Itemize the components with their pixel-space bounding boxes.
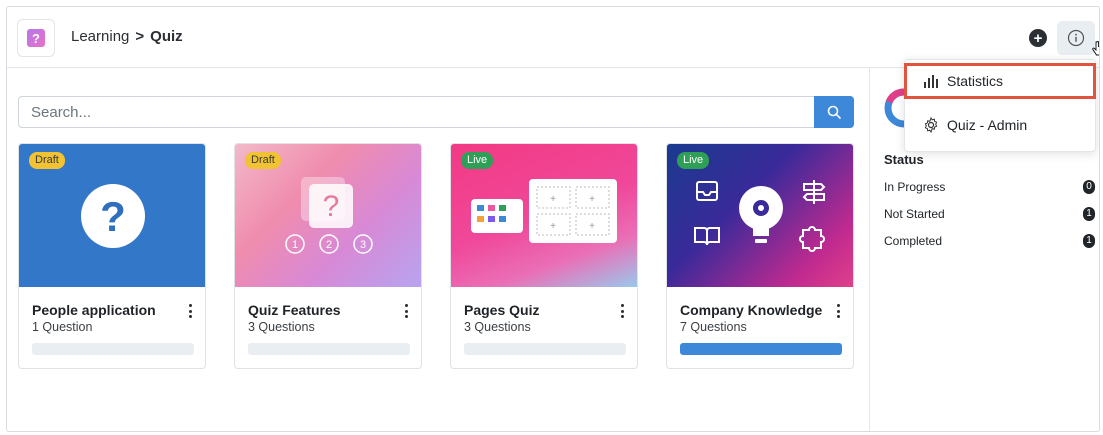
breadcrumb-current: Quiz xyxy=(150,28,183,45)
hand-cursor-icon xyxy=(1092,41,1099,56)
search-icon xyxy=(827,105,841,119)
svg-text:+: + xyxy=(589,221,595,232)
card-subtitle: 7 Questions xyxy=(680,320,747,334)
info-button[interactable] xyxy=(1057,21,1095,55)
svg-text:2: 2 xyxy=(326,239,332,251)
info-circle-icon xyxy=(1067,29,1085,47)
svg-text:+: + xyxy=(550,194,556,205)
progress-bar xyxy=(32,343,194,355)
quiz-question-icon: ? xyxy=(27,29,45,47)
breadcrumb: Learning > Quiz xyxy=(71,28,183,45)
status-label-not-started: Not Started xyxy=(884,207,945,221)
status-heading: Status xyxy=(884,152,924,167)
status-badge: Draft xyxy=(29,152,65,169)
card-subtitle: 3 Questions xyxy=(464,320,531,334)
gear-icon xyxy=(924,117,938,133)
card-title[interactable]: People application xyxy=(32,302,156,318)
app-window: ? Learning > Quiz + Search... ? Draft Pe… xyxy=(6,6,1100,432)
card-title[interactable]: Pages Quiz xyxy=(464,302,539,318)
menu-item-label: Quiz - Admin xyxy=(947,117,1028,133)
quiz-card[interactable]: Live Company Knowledge 7 Questions xyxy=(666,143,854,369)
svg-text:+: + xyxy=(589,194,595,205)
svg-text:?: ? xyxy=(100,193,126,240)
quiz-app-icon[interactable]: ? xyxy=(17,19,55,57)
breadcrumb-separator: > xyxy=(135,28,145,45)
status-count-badge: 1 xyxy=(1083,207,1095,221)
status-count-badge: 0 xyxy=(1083,180,1095,194)
progress-bar xyxy=(248,343,410,355)
quiz-card[interactable]: ? 1 2 3 Draft Quiz Features 3 Questions xyxy=(234,143,422,369)
svg-text:+: + xyxy=(550,221,556,232)
book-icon xyxy=(694,227,720,246)
search-button[interactable] xyxy=(814,96,854,128)
card-more-button[interactable] xyxy=(833,302,843,320)
side-panel-divider xyxy=(869,67,870,431)
card-more-button[interactable] xyxy=(617,302,627,320)
progress-bar xyxy=(680,343,842,355)
menu-item-statistics[interactable]: Statistics xyxy=(904,63,1096,99)
quiz-card[interactable]: ? Draft People application 1 Question xyxy=(18,143,206,369)
status-badge: Live xyxy=(677,152,710,169)
card-title[interactable]: Company Knowledge xyxy=(680,302,822,318)
search-input[interactable] xyxy=(19,97,809,127)
card-title[interactable]: Quiz Features xyxy=(248,302,341,318)
card-subtitle: 3 Questions xyxy=(248,320,315,334)
add-button[interactable]: + xyxy=(1029,29,1047,47)
svg-text:1: 1 xyxy=(292,239,298,251)
status-label-completed: Completed xyxy=(884,234,943,248)
status-badge: Draft xyxy=(245,152,281,169)
bar-chart-icon xyxy=(924,75,938,88)
status-badge: Live xyxy=(461,152,494,169)
svg-text:?: ? xyxy=(323,190,340,223)
search-bar xyxy=(18,96,854,128)
card-subtitle: 1 Question xyxy=(32,320,93,334)
signpost-icon xyxy=(802,180,826,204)
card-more-button[interactable] xyxy=(185,302,195,320)
status-count-badge: 1 xyxy=(1083,234,1095,248)
progress-bar xyxy=(464,343,626,355)
inbox-icon xyxy=(696,181,718,201)
breadcrumb-parent[interactable]: Learning xyxy=(71,28,129,45)
svg-text:3: 3 xyxy=(360,239,366,251)
lightbulb-icon xyxy=(739,186,783,243)
menu-item-label: Statistics xyxy=(947,73,1004,89)
quiz-card[interactable]: + + + + Live Pages Quiz 3 Questions xyxy=(450,143,638,369)
card-more-button[interactable] xyxy=(401,302,411,320)
status-label-in-progress: In Progress xyxy=(884,180,946,194)
menu-item-quiz-admin[interactable]: Quiz - Admin xyxy=(905,108,1095,142)
svg-text:?: ? xyxy=(32,31,40,46)
puzzle-icon xyxy=(799,226,825,252)
plus-circle-icon: + xyxy=(1033,29,1043,47)
info-dropdown-menu: Statistics Quiz - Admin xyxy=(904,59,1096,152)
